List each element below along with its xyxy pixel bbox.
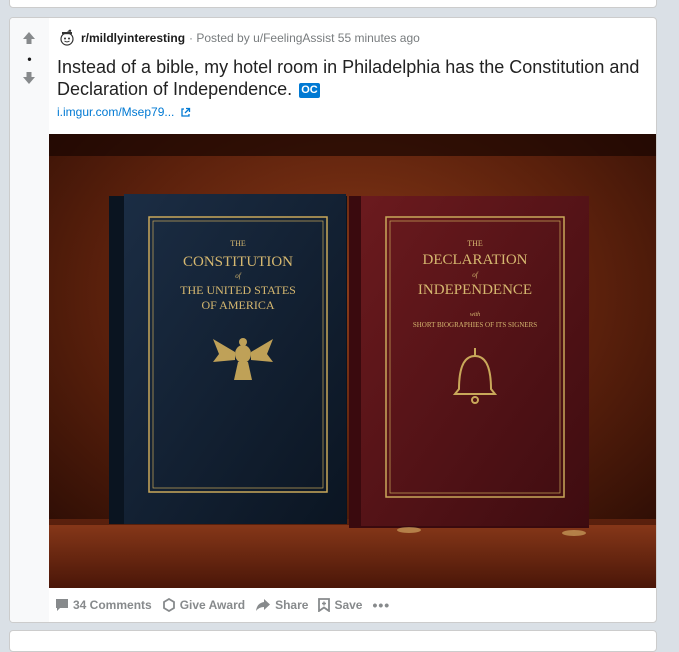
more-options-button[interactable]: ••• (372, 597, 390, 613)
right-book-biographies: SHORT BIOGRAPHIES OF ITS SIGNERS (413, 321, 537, 329)
subreddit-link[interactable]: r/mildlyinteresting (81, 31, 185, 45)
downvote-arrow-icon[interactable] (21, 70, 37, 86)
give-award-label: Give Award (179, 598, 246, 612)
award-icon (162, 598, 175, 612)
left-book-of-america: OF AMERICA (201, 298, 274, 312)
right-book-declaration: DECLARATION (423, 252, 528, 268)
give-award-button[interactable]: Give Award (162, 598, 245, 612)
external-link-text[interactable]: i.imgur.com/Msep79... (57, 105, 174, 119)
post-actions: 34 Comments Give Award Share Save ••• (55, 593, 400, 617)
post-card[interactable]: • r/mildlyinteresting · Posted by u/Feel… (9, 17, 657, 623)
external-link[interactable]: i.imgur.com/Msep79... (57, 105, 191, 119)
previous-post-card (9, 0, 657, 8)
right-book-independence: INDEPENDENCE (418, 282, 532, 298)
share-button[interactable]: Share (255, 598, 308, 612)
posted-by: · Posted by u/FeelingAssist 55 minutes a… (189, 31, 420, 45)
post-title[interactable]: Instead of a bible, my hotel room in Phi… (57, 56, 647, 100)
post-title-text[interactable]: Instead of a bible, my hotel room in Phi… (57, 57, 639, 99)
left-book-united-states: THE UNITED STATES (180, 283, 296, 297)
more-options-icon[interactable]: ••• (372, 597, 390, 613)
next-post-card (9, 630, 657, 652)
save-label: Save (334, 598, 363, 612)
vote-column: • (10, 18, 49, 622)
share-label: Share (275, 598, 309, 612)
external-link-icon[interactable] (180, 107, 191, 118)
comments-button[interactable]: 34 Comments (55, 598, 152, 612)
bookmark-icon (318, 598, 331, 612)
comments-label: 34 Comments (73, 598, 152, 612)
vote-score: • (27, 52, 32, 66)
upvote-arrow-icon[interactable] (21, 30, 37, 46)
left-book-the: THE (230, 239, 246, 248)
share-arrow-icon (256, 599, 271, 611)
save-button[interactable]: Save (318, 598, 362, 612)
oc-flair-badge: OC (299, 83, 320, 98)
right-book-the: THE (467, 239, 483, 248)
post-meta: r/mildlyinteresting · Posted by u/Feelin… (58, 28, 420, 48)
right-book-with: with (470, 312, 480, 318)
left-book-constitution: CONSTITUTION (183, 254, 293, 270)
post-image[interactable]: THE CONSTITUTION of THE UNITED STATES OF… (49, 134, 656, 588)
comment-icon (56, 599, 68, 611)
subreddit-snoo-icon[interactable] (58, 29, 76, 47)
